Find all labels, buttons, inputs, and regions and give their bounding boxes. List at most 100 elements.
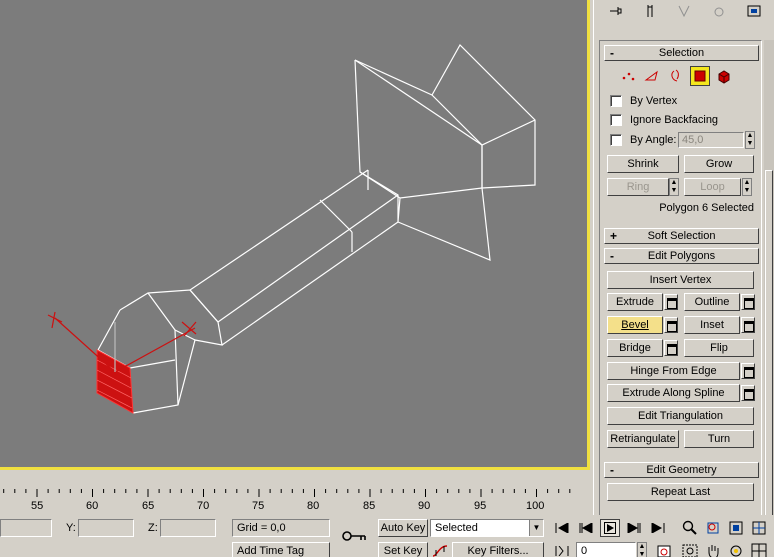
y-coord-field[interactable] [78, 519, 134, 537]
by-angle-label: By Angle: [630, 134, 677, 146]
command-panel-scrollbar[interactable] [764, 40, 774, 552]
key-selection-dropdown[interactable]: Selected ▼ [430, 519, 544, 537]
current-frame-field[interactable]: 0 [576, 542, 636, 557]
pan-icon[interactable] [703, 542, 723, 557]
time-ruler[interactable]: 55 60 65 70 75 80 85 90 95 100 [0, 473, 593, 515]
zoom-all-icon[interactable] [703, 519, 723, 537]
tick-label: 60 [86, 500, 99, 512]
inset-button[interactable]: Inset [684, 316, 740, 334]
extrude-settings-button[interactable] [664, 294, 678, 310]
zoom-extents-icon[interactable] [726, 519, 746, 537]
tick-label: 75 [252, 500, 265, 512]
chevron-down-icon[interactable]: ▼ [529, 520, 543, 536]
scrollbar-thumb[interactable] [765, 170, 773, 520]
shrink-button[interactable]: Shrink [607, 155, 679, 173]
edge-icon[interactable] [642, 66, 662, 86]
bevel-settings-button[interactable] [664, 317, 678, 333]
tick-label: 95 [474, 500, 487, 512]
tick-label: 90 [418, 500, 431, 512]
selection-rollout-header[interactable]: - Selection [604, 45, 759, 61]
auto-key-button[interactable]: Auto Key [378, 519, 428, 537]
border-icon[interactable] [666, 66, 686, 86]
time-configuration-icon[interactable] [654, 542, 674, 557]
key-filters-button[interactable]: Key Filters... [452, 542, 544, 557]
maximize-viewport-icon[interactable] [749, 542, 769, 557]
outline-button[interactable]: Outline [684, 293, 740, 311]
motion-icon[interactable] [674, 2, 694, 20]
ignore-backfacing-checkbox[interactable] [610, 114, 622, 126]
angle-spinner[interactable]: ▲ ▼ [745, 131, 755, 149]
element-icon[interactable] [714, 66, 734, 86]
selected-value: Selected [435, 522, 478, 534]
play-icon[interactable] [600, 519, 620, 537]
ring-button[interactable]: Ring [607, 178, 669, 196]
key-mode-icon[interactable] [552, 542, 572, 557]
edit-triangulation-button[interactable]: Edit Triangulation [607, 407, 754, 425]
tangent-icon[interactable] [430, 542, 450, 557]
wireframe-model [47, 44, 536, 414]
repeat-last-button[interactable]: Repeat Last [607, 483, 754, 501]
command-panel: - Selection By Vertex Ignore Backfacing B… [593, 0, 774, 557]
display-icon[interactable] [709, 2, 729, 20]
grid-readout: Grid = 0,0 [232, 519, 330, 537]
x-coord-field[interactable] [0, 519, 52, 537]
add-time-tag-button[interactable]: Add Time Tag [232, 542, 330, 557]
by-vertex-label: By Vertex [630, 95, 678, 107]
bridge-settings-button[interactable] [664, 340, 678, 356]
set-key-button[interactable]: Set Key [378, 542, 428, 557]
outline-settings-button[interactable] [741, 294, 755, 310]
flip-button[interactable]: Flip [684, 339, 754, 357]
turn-button[interactable]: Turn [684, 430, 754, 448]
hinge-from-edge-button[interactable]: Hinge From Edge [607, 362, 740, 380]
loop-button[interactable]: Loop [684, 178, 741, 196]
next-frame-icon[interactable] [624, 519, 644, 537]
tick-label: 100 [526, 500, 545, 512]
zoom-icon[interactable] [680, 519, 700, 537]
bridge-button[interactable]: Bridge [607, 339, 663, 357]
go-to-end-icon[interactable] [648, 519, 668, 537]
region-zoom-icon[interactable] [680, 542, 700, 557]
edit-polygons-header-label: Edit Polygons [647, 250, 716, 262]
by-vertex-checkbox[interactable] [610, 95, 622, 107]
frame-spinner[interactable]: ▲ ▼ [637, 542, 647, 557]
extrude-along-spline-button[interactable]: Extrude Along Spline [607, 384, 740, 402]
y-label: Y: [66, 522, 76, 534]
bevel-button[interactable]: Bevel [607, 316, 663, 334]
key-icon[interactable] [340, 527, 368, 545]
hierarchy-icon[interactable] [640, 2, 660, 20]
z-coord-field[interactable] [160, 519, 216, 537]
retriangulate-button[interactable]: Retriangulate [607, 430, 679, 448]
ignore-backfacing-row[interactable]: Ignore Backfacing [610, 113, 718, 127]
zoom-extents-all-icon[interactable] [749, 519, 769, 537]
inset-settings-button[interactable] [741, 317, 755, 333]
vertex-icon[interactable] [618, 66, 638, 86]
by-angle-row[interactable]: By Angle: [610, 133, 676, 147]
insert-vertex-button[interactable]: Insert Vertex [607, 271, 754, 289]
edit-polygons-rollout-header[interactable]: - Edit Polygons [604, 248, 759, 264]
extrude-spline-settings-button[interactable] [741, 385, 755, 401]
polygon-icon[interactable] [690, 66, 710, 86]
by-vertex-row[interactable]: By Vertex [610, 94, 677, 108]
ignore-backfacing-label: Ignore Backfacing [630, 114, 719, 126]
pin-icon[interactable] [605, 2, 625, 20]
selection-header-label: Selection [658, 47, 705, 59]
previous-frame-icon[interactable] [576, 519, 596, 537]
go-to-start-icon[interactable] [552, 519, 572, 537]
utilities-icon[interactable] [744, 2, 764, 20]
soft-selection-rollout-header[interactable]: + Soft Selection [604, 228, 759, 244]
command-panel-tabs [594, 0, 774, 22]
perspective-viewport[interactable] [0, 0, 590, 470]
edit-geometry-rollout-header[interactable]: - Edit Geometry [604, 462, 759, 478]
by-angle-checkbox[interactable] [610, 134, 622, 146]
angle-input[interactable]: 45,0 [678, 132, 744, 148]
loop-spinner[interactable]: ▲ ▼ [742, 178, 752, 196]
tick-label: 70 [197, 500, 210, 512]
edit-geometry-header-label: Edit Geometry [646, 464, 717, 476]
wireframe-edges [97, 44, 536, 414]
ring-spinner[interactable]: ▲ ▼ [669, 178, 679, 196]
grow-button[interactable]: Grow [684, 155, 754, 173]
arc-rotate-icon[interactable] [726, 542, 746, 557]
extrude-button[interactable]: Extrude [607, 293, 663, 311]
modify-panel-scroll: - Selection By Vertex Ignore Backfacing B… [599, 40, 762, 552]
hinge-settings-button[interactable] [741, 363, 755, 379]
